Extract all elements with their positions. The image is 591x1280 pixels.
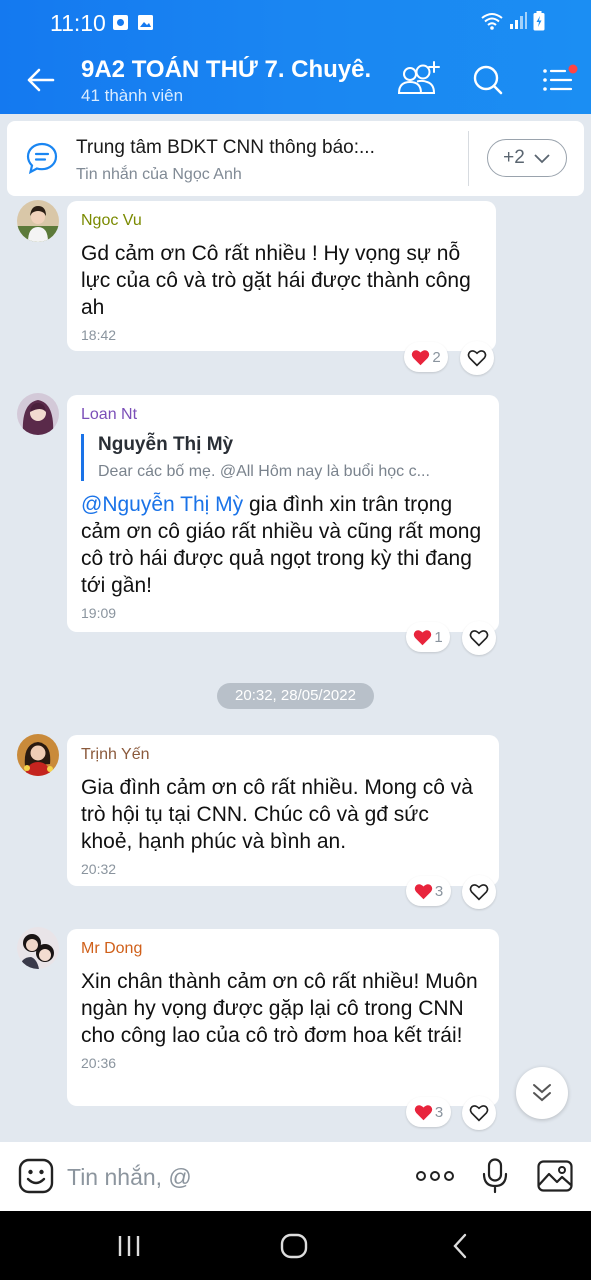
reaction-badge[interactable]: 1 [406,622,450,652]
reaction-badge[interactable]: 3 [406,876,451,906]
sender-name[interactable]: Ngoc Vu [81,212,482,230]
heart-outline-icon [469,1105,489,1122]
avatar[interactable] [17,927,59,969]
avatar[interactable] [17,734,59,776]
emoji-icon[interactable] [18,1158,54,1194]
mention-link[interactable]: @Nguyễn Thị Mỳ [81,493,243,516]
message-text: @Nguyễn Thị Mỳ gia đình xin trân trọng c… [81,491,485,599]
scroll-to-bottom-button[interactable] [516,1067,568,1119]
more-dots-icon[interactable] [414,1158,456,1194]
image-icon[interactable] [537,1158,573,1194]
more-pinned-button[interactable]: +2 [487,139,567,177]
message-bubble[interactable]: Mr Dong Xin chân thành cảm ơn cô rất nhi… [67,929,499,1106]
arrow-left-icon[interactable] [20,60,60,100]
recent-apps-icon[interactable] [116,1231,142,1261]
message-text: Gia đình cảm ơn cô rất nhiều. Mong cô và… [81,776,473,853]
reaction-badge[interactable]: 2 [404,342,448,372]
chevron-down-icon [534,154,550,164]
like-button[interactable] [462,621,496,655]
heart-icon [412,349,430,365]
status-right [481,11,545,31]
more-pinned-label: +2 [503,147,525,168]
heart-outline-icon [469,630,489,647]
message-time: 20:32 [81,861,117,877]
menu-icon[interactable] [537,60,583,100]
reaction-count: 3 [434,1103,444,1121]
double-chevron-down-icon [533,1084,551,1102]
top-bar: 11:10 9A2 TOÁN THỨ 7. Chuyê... 41 thành … [0,0,591,114]
heart-outline-icon [469,884,489,901]
member-count[interactable]: 41 thành viên [81,86,183,106]
status-bar: 11:10 [0,0,591,46]
message-text: Gd cảm ơn Cô rất nhiều ! Hy vọng sự nỗ l… [81,242,471,319]
quote-author: Nguyễn Thị Mỳ [98,434,234,455]
like-button[interactable] [462,875,496,909]
sender-name[interactable]: Loan Nt [81,406,485,424]
pinned-title: Trung tâm BDKT CNN thông báo:... [76,137,375,158]
message-input[interactable] [67,1160,387,1194]
heart-icon [414,883,433,899]
quote-text: Dear các bố mẹ. @All Hôm nay là buổi học… [98,463,430,480]
date-separator: 20:32, 28/05/2022 [217,683,374,709]
like-button[interactable] [462,1096,496,1130]
message-time: 20:36 [81,1055,117,1071]
avatar[interactable] [17,393,59,435]
reaction-count: 1 [434,628,443,646]
pinned-message-card[interactable]: Trung tâm BDKT CNN thông báo:... Tin nhắ… [7,121,584,196]
chat-header: 9A2 TOÁN THỨ 7. Chuyê... 41 thành viên [0,46,591,114]
sender-name[interactable]: Trịnh Yến [81,746,485,764]
message-composer [0,1142,591,1211]
heart-icon [414,629,432,645]
gallery-icon [138,15,153,30]
message-bubble[interactable]: Loan Nt Nguyễn Thị Mỳ Dear các bố mẹ. @A… [67,395,499,632]
reaction-badge[interactable]: 3 [406,1097,451,1127]
signal-icon [510,12,527,29]
status-time: 11:10 [50,10,106,36]
system-nav-bar [0,1211,591,1280]
pinned-subtitle: Tin nhắn của Ngọc Anh [76,166,242,183]
home-icon[interactable] [279,1231,309,1261]
sender-name[interactable]: Mr Dong [81,940,485,958]
message-bubble[interactable]: Trịnh Yến Gia đình cảm ơn cô rất nhiều. … [67,735,499,886]
message-time: 19:09 [81,605,117,621]
divider [468,131,469,186]
heart-icon [414,1104,433,1120]
search-icon[interactable] [466,60,512,100]
like-button[interactable] [460,341,494,375]
heart-outline-icon [467,350,487,367]
reaction-count: 2 [432,348,441,366]
reaction-count: 3 [434,882,444,900]
quoted-message[interactable]: Nguyễn Thị Mỳ Dear các bố mẹ. @All Hôm n… [81,434,485,481]
wifi-icon [481,13,503,30]
group-title[interactable]: 9A2 TOÁN THỨ 7. Chuyê... [81,56,371,84]
back-nav-icon[interactable] [450,1231,470,1261]
chat-bubble-icon [26,142,58,175]
add-member-icon[interactable] [396,60,442,100]
notification-dot [568,64,578,74]
microphone-icon[interactable] [480,1158,510,1194]
message-time: 18:42 [81,327,117,343]
message-bubble[interactable]: Ngoc Vu Gd cảm ơn Cô rất nhiều ! Hy vọng… [67,201,496,351]
message-text: Xin chân thành cảm ơn cô rất nhiều! Muôn… [81,970,478,1047]
battery-icon [533,11,545,31]
avatar[interactable] [17,200,59,242]
notification-icon [113,15,128,30]
